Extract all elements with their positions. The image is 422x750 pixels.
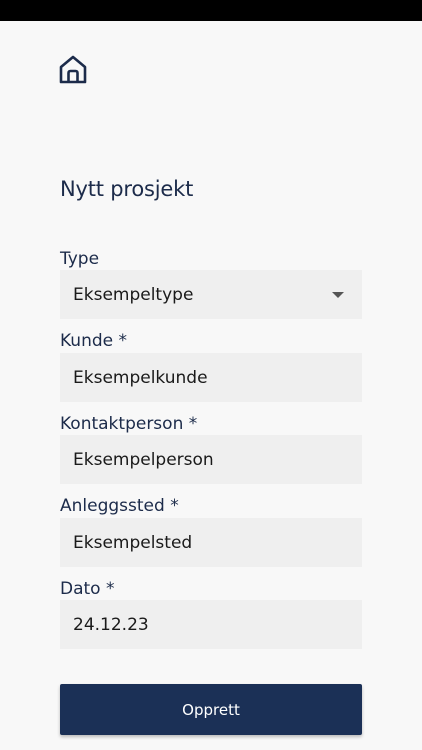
- opprett-button[interactable]: Opprett: [60, 684, 362, 735]
- dato-label: Dato *: [60, 579, 115, 599]
- anleggssted-field-value: Eksempelsted: [73, 532, 193, 553]
- anleggssted-label: Anleggssted *: [60, 496, 179, 516]
- type-select-value: Eksempeltype: [73, 284, 194, 305]
- chevron-down-icon: [332, 291, 344, 298]
- type-label: Type: [60, 249, 100, 269]
- home-icon: [58, 54, 88, 86]
- kunde-label: Kunde *: [60, 331, 128, 351]
- kontaktperson-field-value: Eksempelperson: [73, 449, 214, 470]
- anleggssted-field[interactable]: Eksempelsted: [60, 518, 362, 567]
- status-bar: [0, 0, 422, 21]
- kunde-field-value: Eksempelkunde: [73, 367, 208, 388]
- home-button[interactable]: [58, 54, 88, 86]
- kunde-field[interactable]: Eksempelkunde: [60, 353, 362, 402]
- dato-field-value: 24.12.23: [73, 614, 149, 635]
- dato-field[interactable]: 24.12.23: [60, 600, 362, 649]
- kontaktperson-label: Kontaktperson *: [60, 414, 198, 434]
- page-title: Nytt prosjekt: [60, 177, 194, 201]
- kontaktperson-field[interactable]: Eksempelperson: [60, 435, 362, 484]
- type-select[interactable]: Eksempeltype: [60, 270, 362, 319]
